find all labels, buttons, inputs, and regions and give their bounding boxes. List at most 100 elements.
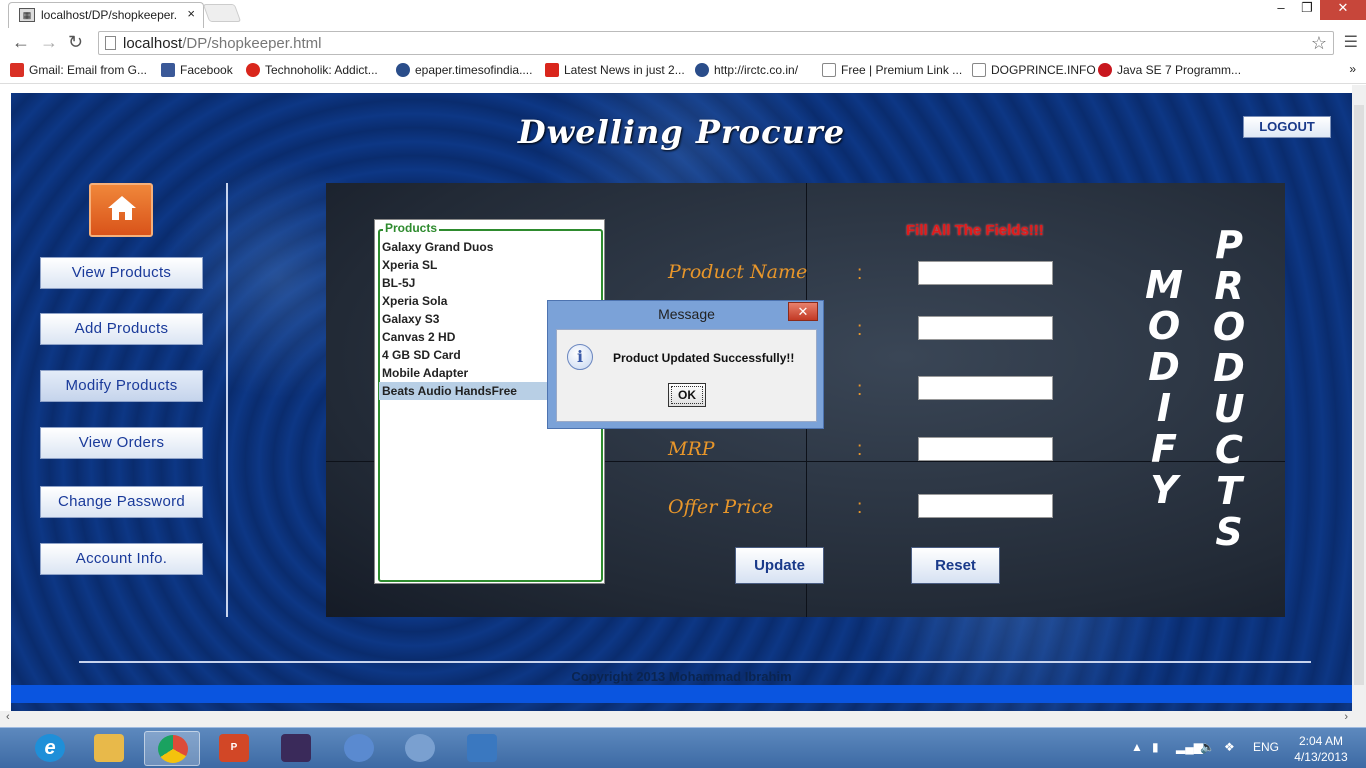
footer-strip bbox=[11, 685, 1352, 703]
products-letter: O bbox=[1212, 305, 1246, 349]
restore-button[interactable]: ❐ bbox=[1296, 0, 1318, 20]
nav-account-info[interactable]: Account Info. bbox=[40, 543, 203, 575]
field-2-input[interactable] bbox=[918, 316, 1053, 340]
reload-icon[interactable]: ↻ bbox=[68, 32, 83, 53]
ok-button[interactable]: OK bbox=[668, 383, 706, 407]
bookmarks-bar: Gmail: Email from G... Facebook Technoho… bbox=[0, 58, 1366, 84]
horizontal-scrollbar[interactable]: ‹ › bbox=[0, 711, 1366, 727]
taskbar-paint[interactable] bbox=[392, 731, 448, 766]
taskbar-picture-viewer[interactable] bbox=[454, 731, 510, 766]
epaper-icon bbox=[396, 63, 410, 77]
list-item[interactable]: Galaxy Grand Duos bbox=[379, 238, 601, 256]
signal-icon[interactable]: ▂▄▆ bbox=[1176, 740, 1203, 754]
modify-letter: D bbox=[1148, 345, 1180, 389]
taskbar-chrome[interactable] bbox=[144, 731, 200, 766]
modify-letter: Y bbox=[1150, 468, 1178, 512]
tab-close-icon[interactable]: × bbox=[187, 6, 195, 21]
system-clock[interactable]: 2:04 AM 4/13/2013 bbox=[1290, 733, 1352, 765]
bookmark-dogprince[interactable]: DOGPRINCE.INFO bbox=[972, 63, 1096, 77]
taskbar-powerpoint[interactable]: P bbox=[206, 731, 262, 766]
internet-explorer-icon: e bbox=[35, 734, 65, 762]
nav-add-products[interactable]: Add Products bbox=[40, 313, 203, 345]
nav-view-orders[interactable]: View Orders bbox=[40, 427, 203, 459]
info-icon: i bbox=[567, 344, 593, 370]
tab-title: localhost/DP/shopkeeper. bbox=[41, 8, 178, 22]
bookmarks-overflow-icon[interactable]: » bbox=[1349, 62, 1356, 76]
chrome-icon bbox=[158, 735, 188, 763]
gmail-icon bbox=[10, 63, 24, 77]
dropbox-icon[interactable]: ❖ bbox=[1224, 740, 1235, 754]
nav-view-products[interactable]: View Products bbox=[40, 257, 203, 289]
bookmark-gmail[interactable]: Gmail: Email from G... bbox=[10, 63, 147, 77]
validation-warning: Fill All The Fields!!! bbox=[906, 222, 1044, 239]
home-button[interactable] bbox=[89, 183, 153, 237]
toi-icon bbox=[545, 63, 559, 77]
close-window-button[interactable]: ✕ bbox=[1320, 0, 1366, 20]
footer-divider bbox=[79, 661, 1311, 663]
products-letter: C bbox=[1215, 428, 1243, 472]
site-title: Dwelling Procure bbox=[517, 113, 846, 151]
offer-price-label: Offer Price bbox=[668, 496, 774, 518]
scroll-left-icon[interactable]: ‹ bbox=[6, 711, 10, 723]
message-dialog: Message ✕ i Product Updated Successfully… bbox=[547, 300, 824, 429]
irctc-icon bbox=[695, 63, 709, 77]
products-letter: D bbox=[1213, 346, 1245, 390]
taskbar-explorer[interactable] bbox=[81, 731, 137, 766]
bookmark-technoholik[interactable]: Technoholik: Addict... bbox=[246, 63, 378, 77]
clock-date: 4/13/2013 bbox=[1294, 750, 1348, 764]
paint-palette-icon bbox=[405, 734, 435, 762]
product-name-input[interactable] bbox=[918, 261, 1053, 285]
products-letter: S bbox=[1215, 510, 1243, 554]
field-colon: : bbox=[857, 439, 863, 460]
list-item[interactable]: BL-5J bbox=[379, 274, 601, 292]
scroll-right-icon[interactable]: › bbox=[1344, 711, 1348, 723]
nav-change-password[interactable]: Change Password bbox=[40, 486, 203, 518]
page-icon bbox=[105, 36, 116, 50]
modify-letter: O bbox=[1147, 304, 1181, 348]
folder-icon bbox=[94, 734, 124, 762]
field-colon: : bbox=[857, 497, 863, 518]
page-icon bbox=[972, 63, 986, 77]
taskbar-installer[interactable] bbox=[331, 731, 387, 766]
bookmark-irctc[interactable]: http://irctc.co.in/ bbox=[695, 63, 798, 77]
technoholik-icon bbox=[246, 63, 260, 77]
battery-icon[interactable]: ▮ bbox=[1152, 740, 1159, 754]
browser-tab[interactable]: ▦ localhost/DP/shopkeeper. × bbox=[8, 2, 204, 28]
nav-modify-products[interactable]: Modify Products bbox=[40, 370, 203, 402]
volume-icon[interactable]: 🔈 bbox=[1200, 740, 1215, 754]
vertical-scroll-thumb[interactable] bbox=[1354, 105, 1364, 685]
address-bar[interactable]: localhost/DP/shopkeeper.html ☆ bbox=[98, 31, 1334, 55]
forward-arrow-icon[interactable]: → bbox=[40, 32, 58, 53]
update-button[interactable]: Update bbox=[735, 547, 824, 584]
picture-viewer-icon bbox=[467, 734, 497, 762]
url-text: localhost/DP/shopkeeper.html bbox=[123, 35, 322, 52]
bookmark-epaper[interactable]: epaper.timesofindia.... bbox=[396, 63, 532, 77]
bookmark-latest-news[interactable]: Latest News in just 2... bbox=[545, 63, 685, 77]
minimize-button[interactable]: – bbox=[1270, 0, 1292, 20]
show-hidden-icons[interactable]: ▲ bbox=[1131, 740, 1143, 754]
reset-button[interactable]: Reset bbox=[911, 547, 1000, 584]
bookmark-star-icon[interactable]: ☆ bbox=[1311, 33, 1327, 54]
dialog-title: Message bbox=[658, 306, 715, 322]
logout-button[interactable]: LOGOUT bbox=[1243, 116, 1331, 138]
bookmark-free-premium[interactable]: Free | Premium Link ... bbox=[822, 63, 962, 77]
new-tab-button[interactable] bbox=[202, 4, 242, 22]
windows-taskbar: e P ▲ ▮ ▂▄▆ 🔈 ❖ ENG 2:04 AM 4/13/2013 bbox=[0, 727, 1366, 768]
list-item[interactable]: Xperia SL bbox=[379, 256, 601, 274]
field-3-input[interactable] bbox=[918, 376, 1053, 400]
bookmark-facebook[interactable]: Facebook bbox=[161, 63, 233, 77]
home-icon bbox=[108, 196, 136, 220]
products-letter: T bbox=[1216, 469, 1242, 513]
dialog-close-button[interactable]: ✕ bbox=[788, 302, 818, 321]
menu-icon[interactable]: ☰ bbox=[1344, 32, 1358, 52]
vertical-scrollbar[interactable] bbox=[1352, 85, 1366, 711]
mrp-input[interactable] bbox=[918, 437, 1053, 461]
back-arrow-icon[interactable]: ← bbox=[12, 32, 30, 53]
taskbar-ie[interactable]: e bbox=[22, 731, 78, 766]
product-name-label: Product Name bbox=[668, 261, 808, 283]
bookmark-java-se[interactable]: Java SE 7 Programm... bbox=[1098, 63, 1241, 77]
taskbar-java-ide[interactable] bbox=[268, 731, 324, 766]
language-indicator[interactable]: ENG bbox=[1253, 740, 1279, 754]
offer-price-input[interactable] bbox=[918, 494, 1053, 518]
field-colon: : bbox=[857, 319, 863, 340]
